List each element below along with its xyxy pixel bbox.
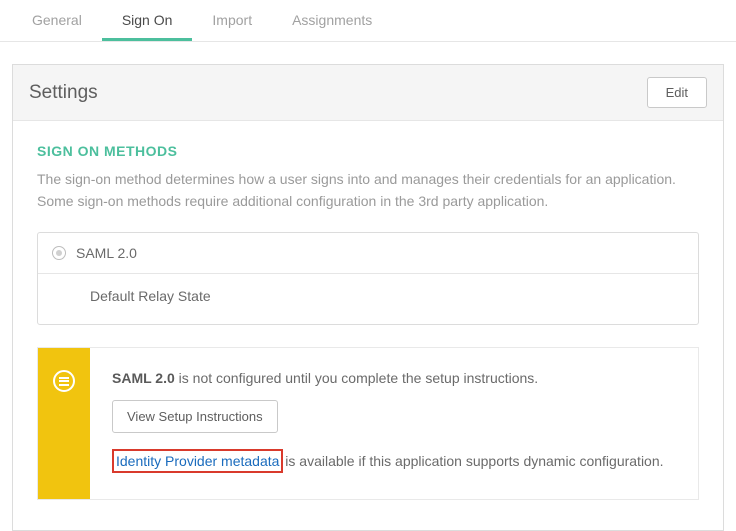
sign-on-methods-desc: The sign-on method determines how a user… [37,169,699,212]
tab-import[interactable]: Import [192,0,272,41]
list-icon [53,370,75,392]
tab-assignments[interactable]: Assignments [272,0,392,41]
info-lead-bold: SAML 2.0 [112,370,175,386]
tabs-bar: General Sign On Import Assignments [0,0,736,42]
metadata-line: Identity Provider metadata is available … [112,449,676,473]
info-lead: SAML 2.0 is not configured until you com… [112,370,676,386]
settings-title: Settings [29,82,98,104]
method-box: SAML 2.0 Default Relay State [37,232,699,325]
method-row-saml[interactable]: SAML 2.0 [38,233,698,274]
edit-button[interactable]: Edit [647,77,707,108]
settings-header: Settings Edit [13,65,723,121]
metadata-rest: is available if this application support… [281,453,663,469]
info-strip [38,348,90,499]
tab-general[interactable]: General [12,0,102,41]
identity-provider-metadata-link[interactable]: Identity Provider metadata [112,449,283,473]
settings-body: SIGN ON METHODS The sign-on method deter… [13,121,723,530]
settings-panel: Settings Edit SIGN ON METHODS The sign-o… [12,64,724,531]
radio-icon [52,246,66,260]
tab-sign-on[interactable]: Sign On [102,0,193,41]
sign-on-methods-heading: SIGN ON METHODS [37,143,699,159]
view-setup-instructions-button[interactable]: View Setup Instructions [112,400,278,433]
info-lead-rest: is not configured until you complete the… [175,370,538,386]
info-callout: SAML 2.0 is not configured until you com… [37,347,699,500]
default-relay-state-label: Default Relay State [38,274,698,324]
method-name: SAML 2.0 [76,245,137,261]
info-content: SAML 2.0 is not configured until you com… [90,348,698,499]
